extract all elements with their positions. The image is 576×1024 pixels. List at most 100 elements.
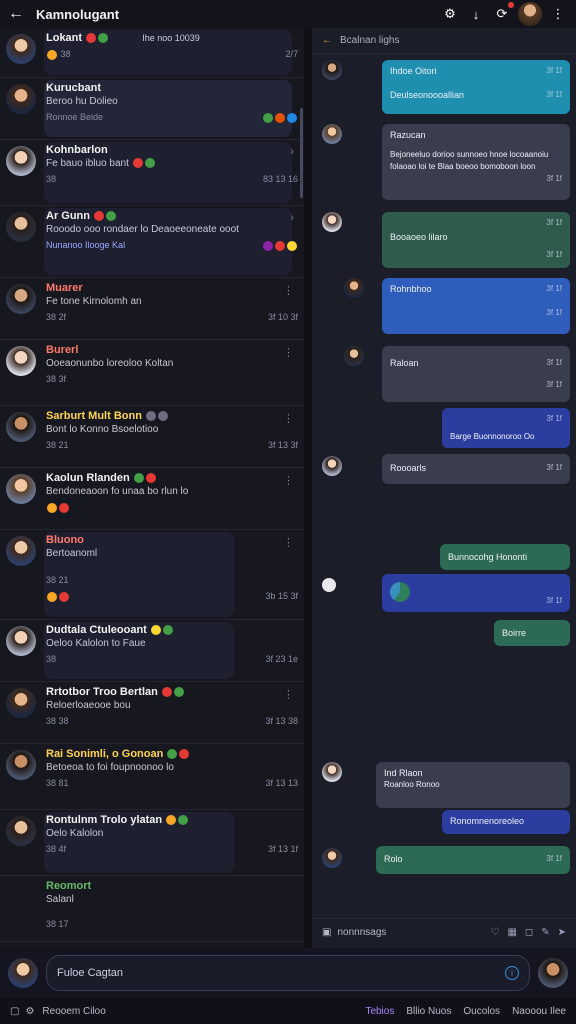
chat-meta: 38 — [46, 654, 57, 664]
chat-item[interactable]: Ar Gunn Rooodo ooo rondaer lo Deaoeeonea… — [0, 206, 304, 278]
message-time: 3f 1f — [546, 596, 562, 605]
camera-icon[interactable]: ▣ — [322, 927, 331, 938]
alert-dot — [508, 2, 514, 8]
edit-icon[interactable]: ✎ — [541, 927, 549, 938]
chat-time: 3b 15 3f — [265, 591, 298, 601]
pane-divider[interactable] — [304, 28, 312, 948]
chat-meta: 38 21 — [46, 440, 69, 450]
chat-meta: Ronnoe Beide — [46, 112, 104, 122]
message-bubble[interactable]: Razucan Bejoneeluo dorioo sunnoeo hnoe l… — [382, 124, 570, 200]
message-bubble[interactable]: Ronomnenoreoleo — [442, 810, 570, 834]
chat-preview: Oeloo Kalolon to Faue — [46, 638, 146, 649]
avatar — [6, 146, 36, 176]
chevron-right-icon[interactable]: › — [290, 212, 294, 224]
more-options-icon[interactable]: ⋮ — [283, 536, 294, 549]
chat-item[interactable]: Reomort Salanl 38 17 — [0, 876, 304, 942]
chat-item[interactable]: Sarburt Mult Bonn Bont lo Konno Bsoeloti… — [0, 406, 304, 468]
notification-icon[interactable]: ↓ — [466, 4, 486, 24]
chat-meta: 38 2f — [46, 312, 67, 322]
chat-name: Sarburt Mult Bonn — [46, 410, 142, 422]
more-options-icon[interactable]: ⋮ — [283, 412, 294, 425]
chat-item[interactable]: Rrtotbor Troo Bertlan Reloerloaeooe bou … — [0, 682, 304, 744]
message-bubble[interactable]: 3f 1f Barge Buonnonoroo Oo — [442, 408, 570, 448]
chat-item[interactable]: Kohnbarlon Fe bauo ibluo bant 38 83 13 16… — [0, 140, 304, 206]
more-icon[interactable]: ⋮ — [548, 4, 568, 24]
tab-oucolos[interactable]: Oucolos — [463, 1006, 500, 1017]
chat-item[interactable]: Rontulnm Trolo ylatan Oelo Kalolon 38 4f… — [0, 810, 304, 876]
message-time: 3f 1f — [546, 854, 562, 863]
message-bubble[interactable]: Rolo 3f 1f — [376, 846, 570, 874]
more-options-icon[interactable]: ⋮ — [283, 284, 294, 297]
tab-tebios[interactable]: Tebios — [365, 1006, 394, 1017]
message-input[interactable]: Fuloe Cagtan i — [46, 955, 530, 991]
refresh-icon[interactable]: ⟳ — [492, 2, 514, 24]
media-thumbnail[interactable] — [390, 582, 410, 602]
message-bubble[interactable]: Raloan 3f 1f 3f 1f — [382, 346, 570, 402]
sticker-icon[interactable]: ◻ — [525, 927, 533, 938]
avatar — [6, 412, 36, 442]
chat-meta: 38 21 — [46, 575, 69, 585]
message-text: Ronomnenoreoleo — [450, 816, 525, 826]
chat-item[interactable]: Lokant Ihe noo 10039 38 2/7 — [0, 28, 304, 78]
chat-item[interactable]: Dudtala Ctuleooant Oeloo Kalolon to Faue… — [0, 620, 304, 682]
message-text: Booaoeo lilaro — [390, 232, 448, 242]
message-bubble[interactable]: Bunnocohg Hononti — [440, 544, 570, 570]
chat-item[interactable]: Rai Sonimli, o Gonoan Betoeoa to foi fou… — [0, 744, 304, 810]
info-icon[interactable]: i — [505, 966, 519, 980]
settings-icon[interactable]: ⚙ — [25, 1006, 34, 1017]
chat-name: Reomort — [46, 880, 92, 892]
back-arrow-icon[interactable]: ← — [322, 35, 332, 46]
chat-time: 2/7 — [285, 49, 298, 59]
message-bubble[interactable]: Roooarls 3f 1f — [382, 454, 570, 484]
gallery-icon[interactable]: ▦ — [507, 927, 516, 938]
profile-avatar[interactable] — [538, 958, 568, 988]
composer-label[interactable]: nonnnsags — [337, 927, 386, 938]
message-time: 3f 1f — [546, 414, 562, 423]
more-options-icon[interactable]: ⋮ — [283, 688, 294, 701]
chat-name: Kaolun Rlanden — [46, 472, 130, 484]
scrollbar[interactable] — [300, 108, 303, 198]
heart-icon[interactable]: ♡ — [490, 927, 499, 938]
avatar — [6, 536, 36, 566]
message-bubble[interactable]: 3f 1f — [382, 574, 570, 612]
message-time: 3f 1f — [546, 90, 562, 99]
tab-bllio-nuos[interactable]: Bllio Nuos — [406, 1006, 451, 1017]
profile-avatar[interactable] — [518, 2, 542, 26]
chat-item[interactable]: Kaolun Rlanden Bendoneaoon fo unaa bo rl… — [0, 468, 304, 530]
message-bubble[interactable]: Boirre — [494, 620, 570, 646]
avatar — [6, 882, 36, 912]
chat-time: 3f 13 13 — [265, 778, 298, 788]
chat-item[interactable]: Muarer Fe tone Kirnolomh an 38 2f 3f 10 3… — [0, 278, 304, 340]
more-options-icon[interactable]: ⋮ — [283, 346, 294, 359]
app-title: Kamnolugant — [36, 6, 120, 22]
message-bubble[interactable]: Ind Rlaon Roanloo Ronoo — [376, 762, 570, 808]
more-options-icon[interactable]: ⋮ — [283, 474, 294, 487]
message-bubble[interactable]: Rohnbhoo 3f 1f 3f 1f — [382, 278, 570, 334]
document-icon[interactable]: ▢ — [10, 1006, 19, 1017]
chat-meta: 38 — [46, 174, 57, 184]
chat-item[interactable]: Bluono Bertoanoml 38 21 3b 15 3f ⋮ — [0, 530, 304, 620]
message-time: 3f 1f — [546, 218, 562, 227]
send-icon[interactable]: ➤ — [558, 927, 566, 938]
gear-icon[interactable]: ⚙ — [440, 4, 460, 24]
message-bubble[interactable]: Ihdoe Oitori 3f 1f Deulseonoooallian 3f 1f — [382, 60, 570, 114]
avatar — [322, 124, 342, 144]
chat-list: Lokant Ihe noo 10039 38 2/7 Kurucbant Ber… — [0, 28, 304, 948]
conversation-toolbar: ▣ nonnnsags ♡ ▦ ◻ ✎ ➤ — [312, 918, 576, 946]
back-arrow-icon[interactable]: ← — [8, 5, 30, 23]
conversation-title: Bcalnan lighs — [340, 35, 400, 46]
avatar — [322, 578, 336, 592]
chat-item[interactable]: Burerl Ooeaonunbo loreoloo Koltan 38 3f … — [0, 340, 304, 406]
message-text: Bejoneeluo dorioo sunnoeo hnoe locoaanoi… — [390, 150, 549, 171]
chat-meta: 38 38 — [46, 716, 69, 726]
chat-item[interactable]: Kurucbant Beroo hu Dolieo Ronnoe Beide — [0, 78, 304, 140]
avatar — [322, 848, 342, 868]
tab-naooou[interactable]: Naooou Ilee — [512, 1006, 566, 1017]
message-bubble[interactable]: 3f 1f Booaoeo lilaro 3f 1f — [382, 212, 570, 268]
avatar[interactable] — [8, 958, 38, 988]
chevron-right-icon[interactable]: › — [290, 146, 294, 158]
avatar — [322, 60, 342, 80]
message-time: 3f 1f — [546, 380, 562, 389]
message-text: Rolo — [384, 854, 403, 864]
message-time: 3f 1f — [546, 308, 562, 317]
